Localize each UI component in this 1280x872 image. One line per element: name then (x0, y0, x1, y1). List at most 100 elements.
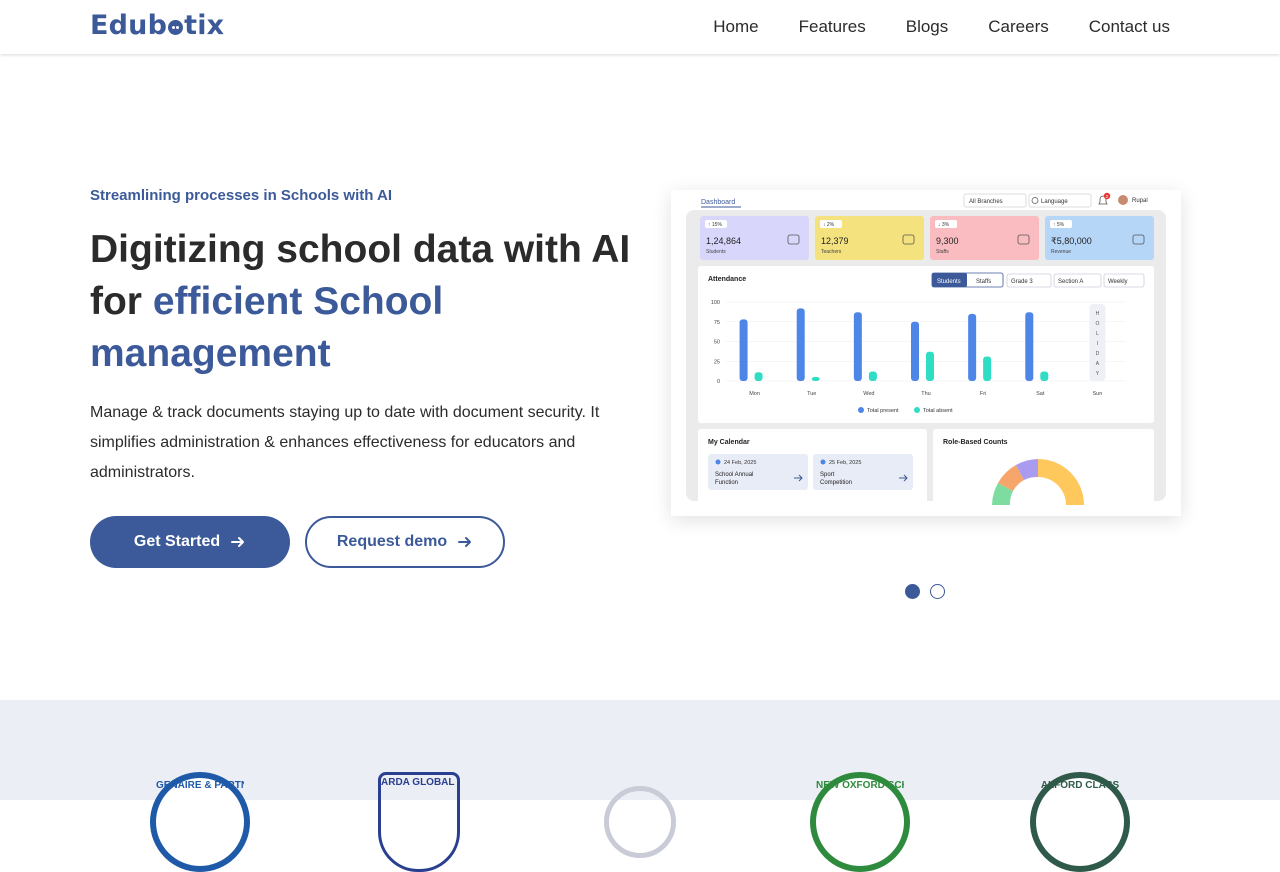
avatar (1118, 195, 1128, 205)
partner-name: ARDA GLOBAL SCHOOL (381, 777, 457, 788)
partner-logo-2: ARDA GLOBAL SCHOOL (378, 772, 460, 872)
stat-card-revenue: ↑ 5% ₹5,80,000 Revenue (1045, 216, 1154, 260)
request-demo-button[interactable]: Request demo (305, 516, 505, 568)
partner-logos-strip: GENAIRE & PARTNERS ARDA GLOBAL SCHOOL NEW … (0, 700, 1280, 872)
partner-logo-1: GENAIRE & PARTNERS (150, 772, 250, 872)
stat-card-teachers: ↓ 2% 12,379 Teachers (815, 216, 924, 260)
event-date: 25 Feb, 2025 (829, 460, 861, 466)
calendar-event[interactable]: 24 Feb, 2025 School Annual Function (708, 454, 808, 490)
partner-name: ALFORD CLASS (1040, 780, 1120, 791)
dash-branch: All Branches (969, 199, 1003, 205)
request-demo-label: Request demo (336, 533, 448, 550)
x-tick-label: Tue (807, 391, 816, 397)
partner-logo-5: ALFORD CLASS (1030, 772, 1130, 872)
stat-label: Teachers (821, 249, 842, 255)
dash-title: Dashboard (701, 199, 735, 206)
x-tick-label: Fri (980, 391, 986, 397)
bar-total-absent (926, 351, 934, 381)
stat-value: 12,379 (821, 236, 849, 246)
stat-value: 1,24,864 (706, 236, 741, 246)
event-name-2: Competition (820, 480, 852, 486)
get-started-label: Get Started (133, 533, 221, 550)
bar-total-present (796, 308, 805, 381)
stat-value: 9,300 (936, 236, 959, 246)
stat-label: Revenue (1051, 249, 1071, 255)
brand-logo[interactable]: Edub tix (90, 10, 224, 41)
partner-name: GENAIRE & PARTNERS (156, 780, 244, 791)
dash-language: Language (1041, 199, 1068, 205)
y-tick-label: 75 (714, 320, 720, 326)
stat-card-students: ↑ 15% 1,24,864 Students (700, 216, 809, 260)
nav-blogs[interactable]: Blogs (906, 17, 949, 37)
partner-logo-3 (604, 786, 676, 858)
x-tick-label: Thu (921, 391, 930, 397)
event-date: 24 Feb, 2025 (724, 460, 756, 466)
dashboard-screenshot: Dashboard All Branches Language 2 Rupal … (671, 190, 1181, 516)
y-tick-label: 0 (717, 379, 720, 385)
top-navbar: Edub tix Home Features Blogs Careers Cont… (0, 0, 1280, 54)
hero-tagline: Streamlining processes in Schools with A… (90, 187, 393, 204)
partner-logo-4: NEW OXFORD SCHOOL (810, 772, 910, 872)
carousel-dots (905, 584, 945, 599)
filter-period[interactable]: Weekly (1108, 279, 1128, 285)
calendar-title: My Calendar (708, 439, 750, 446)
bar-total-absent (983, 356, 992, 381)
y-tick-label: 25 (714, 359, 720, 365)
calendar-event[interactable]: 25 Feb, 2025 Sport Competition (813, 454, 913, 490)
holiday-letter: L (1096, 331, 1099, 337)
carousel-dot-2[interactable] (930, 584, 945, 599)
holiday-letter: O (1095, 321, 1099, 327)
hero-title: Digitizing school data with AI for effic… (90, 224, 650, 380)
y-tick-label: 50 (714, 340, 720, 346)
nav-careers[interactable]: Careers (988, 17, 1048, 37)
nav-home[interactable]: Home (713, 17, 758, 37)
bar-total-present (1025, 312, 1034, 381)
nav-features[interactable]: Features (799, 17, 866, 37)
bar-total-present (911, 321, 919, 381)
legend-swatch (858, 407, 864, 413)
holiday-letter: D (1096, 351, 1100, 357)
robot-icon (168, 20, 184, 35)
bar-total-absent (868, 371, 877, 381)
stat-change: ↑ 5% (1053, 222, 1065, 228)
carousel-dot-1[interactable] (905, 584, 920, 599)
legend-swatch (914, 407, 920, 413)
dash-user: Rupal (1132, 198, 1148, 204)
main-menu: Home Features Blogs Careers Contact us (713, 17, 1170, 37)
holiday-letter: H (1096, 311, 1100, 317)
x-tick-label: Sat (1036, 391, 1045, 397)
hero-description: Manage & track documents staying up to d… (90, 404, 600, 481)
filter-grade[interactable]: Grade 3 (1011, 279, 1033, 285)
tab-staffs[interactable]: Staffs (976, 279, 991, 285)
stat-label: Staffs (936, 249, 949, 255)
get-started-button[interactable]: Get Started (90, 516, 290, 568)
tab-students[interactable]: Students (937, 279, 961, 285)
holiday-letter: I (1097, 341, 1098, 347)
nav-contact[interactable]: Contact us (1089, 17, 1170, 37)
stat-change: ↑ 15% (708, 222, 722, 228)
stat-change: ↓ 2% (823, 222, 835, 228)
x-tick-label: Wed (863, 391, 874, 397)
bar-total-absent (754, 372, 763, 381)
bar-total-present (853, 312, 862, 381)
dashboard-preview: Dashboard All Branches Language 2 Rupal … (671, 190, 1181, 516)
y-tick-label: 100 (711, 300, 720, 306)
bar-total-absent (811, 377, 820, 381)
arrow-right-icon (458, 537, 472, 547)
legend-label: Total absent (923, 408, 953, 414)
legend-label: Total present (867, 408, 899, 414)
x-tick-label: Mon (749, 391, 760, 397)
event-name: School Annual (715, 472, 753, 478)
stat-value: ₹5,80,000 (1051, 236, 1092, 246)
bar-total-present (968, 313, 977, 381)
filter-section[interactable]: Section A (1058, 279, 1083, 285)
event-name: Sport (820, 472, 835, 478)
stat-change: ↓ 3% (938, 222, 950, 228)
stat-label: Students (706, 249, 726, 255)
arrow-right-icon (231, 537, 245, 547)
bar-total-present (739, 319, 748, 381)
event-name-2: Function (715, 480, 738, 486)
stat-card-staffs: ↓ 3% 9,300 Staffs (930, 216, 1039, 260)
partner-name: NEW OXFORD SCHOOL (816, 780, 904, 791)
x-tick-label: Sun (1093, 391, 1103, 397)
